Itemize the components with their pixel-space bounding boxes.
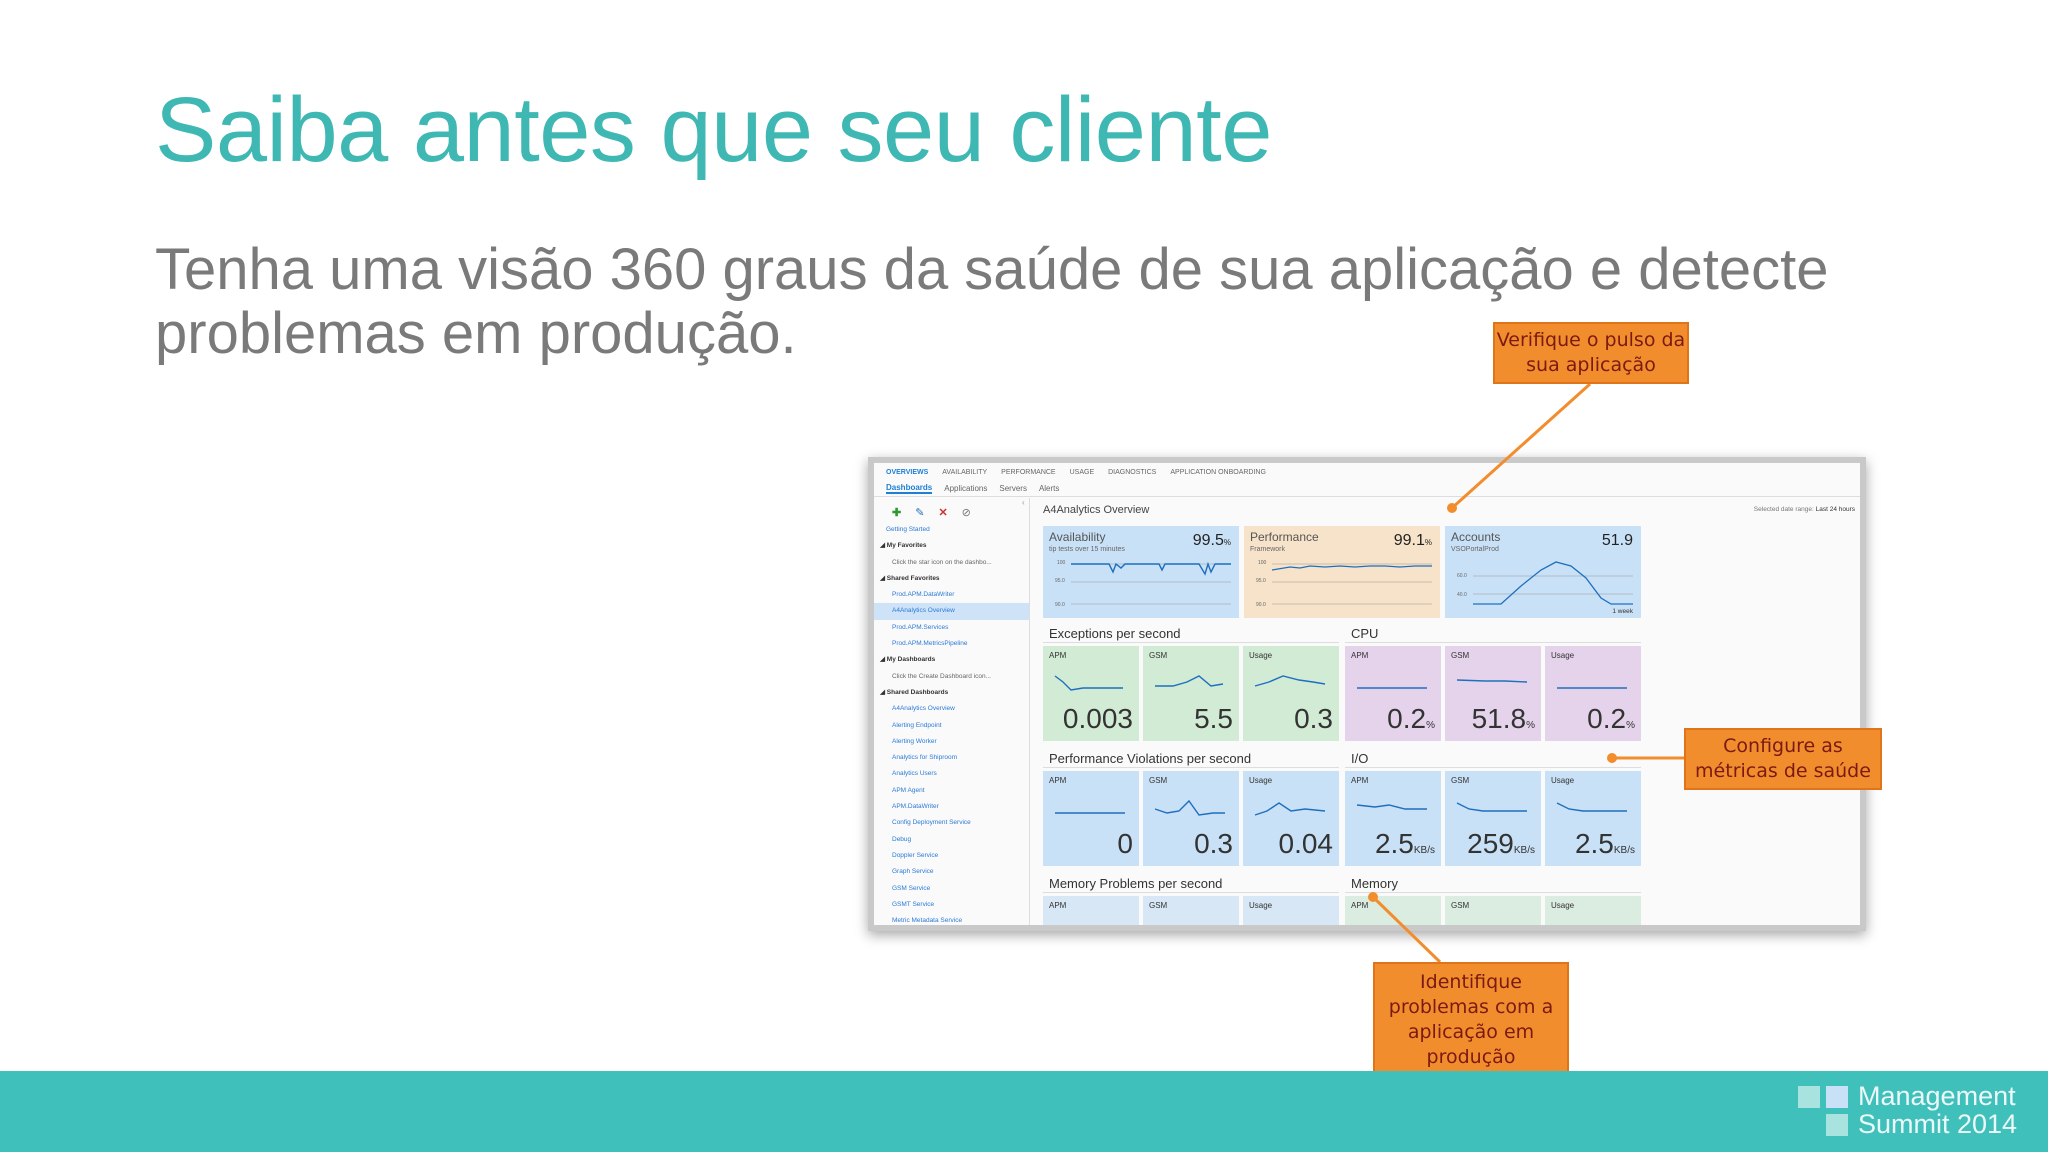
callout-metrics: Configure as métricas de saúde xyxy=(1684,728,1882,790)
brand-line2: Summit 2014 xyxy=(1858,1109,2018,1139)
brand-logo-square xyxy=(1798,1086,1820,1108)
brand-line1: Management xyxy=(1858,1081,2016,1111)
callout-problems: Identifique problemas com a aplicação em… xyxy=(1373,962,1569,1078)
brand-logo-square xyxy=(1826,1086,1848,1108)
callout-connectors xyxy=(1368,382,1684,964)
callout-pulse: Verifique o pulso da sua aplicação xyxy=(1493,322,1689,384)
brand-text: Management Summit 2014 xyxy=(1858,1082,2017,1138)
brand-logo-square xyxy=(1826,1114,1848,1136)
footer-bar xyxy=(0,1071,2048,1152)
